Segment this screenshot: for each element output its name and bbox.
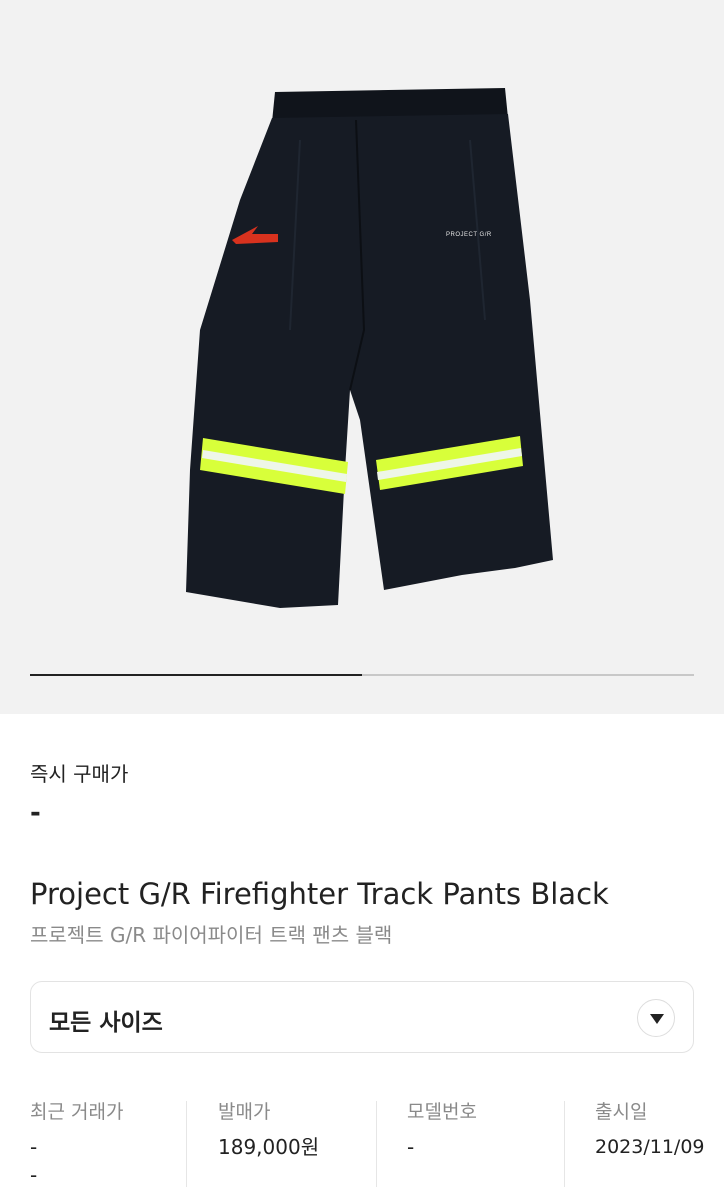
product-image[interactable]: PROJECT G/R — [0, 0, 724, 660]
stat-recent-trade: 최근 거래가 - - — [30, 1097, 180, 1200]
stat-label: 출시일 — [595, 1101, 648, 1123]
stat-value: - — [407, 1135, 415, 1159]
pants-body — [186, 114, 553, 608]
stat-value-secondary: - — [30, 1163, 38, 1187]
size-selector[interactable]: 모든 사이즈 — [30, 981, 694, 1053]
product-image-gallery[interactable]: PROJECT G/R — [0, 0, 724, 714]
stat-release-date: 출시일 2023/11/09 — [595, 1097, 724, 1200]
stat-model-number: 모델번호 - — [407, 1097, 557, 1200]
gallery-progress-track — [30, 674, 694, 676]
stat-divider — [186, 1101, 187, 1187]
stat-divider — [564, 1101, 565, 1187]
brand-print: PROJECT G/R — [446, 232, 492, 238]
instant-buy-price-value: - — [30, 798, 41, 828]
stat-label: 모델번호 — [407, 1101, 477, 1123]
chevron-down-icon[interactable] — [637, 999, 675, 1037]
stat-value: 2023/11/09 — [595, 1136, 705, 1158]
product-stats: 최근 거래가 - - 발매가 189,000원 모델번호 - 출시일 2023/… — [0, 1097, 724, 1200]
stat-value: 189,000원 — [218, 1135, 320, 1159]
stat-divider — [376, 1101, 377, 1187]
stat-value: - — [30, 1135, 38, 1159]
instant-buy-price-label: 즉시 구매가 — [30, 762, 129, 786]
size-selector-label: 모든 사이즈 — [49, 1010, 163, 1036]
stat-label: 발매가 — [218, 1101, 271, 1123]
product-title-ko: 프로젝트 G/R 파이어파이터 트랙 팬츠 블랙 — [30, 923, 393, 947]
stat-release-price: 발매가 189,000원 — [218, 1097, 368, 1200]
gallery-progress-fill — [30, 674, 362, 676]
product-title-en: Project G/R Firefighter Track Pants Blac… — [30, 877, 609, 911]
stat-label: 최근 거래가 — [30, 1101, 124, 1123]
